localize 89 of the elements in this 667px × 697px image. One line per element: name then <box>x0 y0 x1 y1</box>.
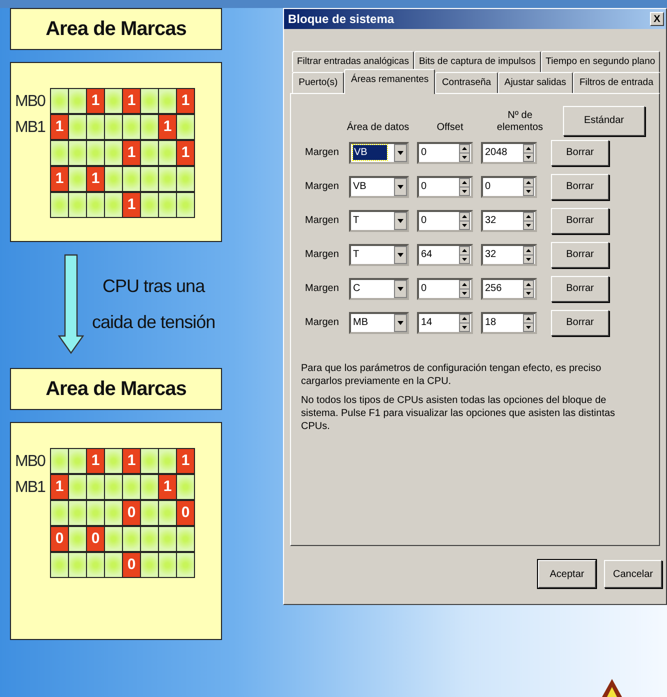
dialog-button[interactable]: Cancelar <box>604 560 662 588</box>
count-field[interactable]: 32 <box>481 244 537 266</box>
panel-title: Area de Marcas <box>10 8 222 50</box>
byte-label: MB1 <box>14 118 46 138</box>
bit-cell: 1 <box>50 166 69 192</box>
row-label: Margen <box>304 180 340 194</box>
bit-cell: 1 <box>158 474 177 500</box>
row-label: Margen <box>304 146 340 160</box>
tab[interactable]: Puerto(s) <box>292 72 344 94</box>
area-dropdown[interactable]: VB <box>349 142 409 164</box>
tab[interactable]: Tiempo en segundo plano <box>540 51 660 72</box>
spinner-icon[interactable] <box>459 178 470 196</box>
spinner-icon[interactable] <box>523 246 534 264</box>
down-arrow-icon <box>58 254 84 354</box>
tab[interactable]: Filtrar entradas analógicas <box>292 51 414 72</box>
clear-button[interactable]: Borrar <box>551 140 609 166</box>
clear-button[interactable]: Borrar <box>551 242 609 268</box>
area-dropdown[interactable]: T <box>349 244 409 266</box>
offset-field[interactable]: 0 <box>417 176 473 198</box>
spinner-icon[interactable] <box>523 280 534 298</box>
bit-cell: 1 <box>176 448 195 474</box>
area-dropdown[interactable]: VB <box>349 176 409 198</box>
area-dropdown[interactable]: C <box>349 278 409 300</box>
spinner-icon[interactable] <box>459 280 470 298</box>
caption-text: caida de tensión <box>92 311 216 334</box>
panel-title: Area de Marcas <box>10 368 222 410</box>
caption-text: CPU tras una <box>102 275 206 298</box>
bit-cell: 1 <box>122 448 141 474</box>
area-dropdown[interactable]: MB <box>349 312 409 334</box>
close-button[interactable]: X <box>650 12 664 26</box>
row-label: Margen <box>304 214 340 228</box>
spinner-icon[interactable] <box>523 212 534 230</box>
tab[interactable]: Contraseña <box>435 72 498 94</box>
default-button[interactable]: Estándar <box>563 106 645 136</box>
clear-button[interactable]: Borrar <box>551 174 609 200</box>
window-title: Bloque de sistema <box>288 11 394 28</box>
offset-field[interactable]: 0 <box>417 278 473 300</box>
spinner-icon[interactable] <box>459 246 470 264</box>
spinner-icon[interactable] <box>459 212 470 230</box>
count-field[interactable]: 0 <box>481 176 537 198</box>
bit-cell: 0 <box>122 552 141 578</box>
column-header: Nº de elementos <box>496 110 544 134</box>
spinner-icon[interactable] <box>523 178 534 196</box>
offset-field[interactable]: 14 <box>417 312 473 334</box>
byte-label: MB0 <box>14 92 46 112</box>
clear-button[interactable]: Borrar <box>551 276 609 302</box>
clear-button[interactable]: Borrar <box>551 310 609 336</box>
byte-label: MB0 <box>14 452 46 472</box>
dialog-button[interactable]: Aceptar <box>538 560 596 588</box>
tab[interactable]: Bits de captura de impulsos <box>414 51 541 72</box>
bit-cell: 0 <box>86 526 105 552</box>
bit-cell: 1 <box>122 192 141 218</box>
bit-cell: 1 <box>122 88 141 114</box>
spinner-icon[interactable] <box>523 314 534 332</box>
count-field[interactable]: 256 <box>481 278 537 300</box>
offset-field[interactable]: 0 <box>417 210 473 232</box>
bit-cell: 1 <box>86 88 105 114</box>
bit-cell: 1 <box>86 166 105 192</box>
spinner-icon[interactable] <box>523 144 534 162</box>
bit-cell: 0 <box>176 500 195 526</box>
bit-cell: 1 <box>158 114 177 140</box>
spinner-icon[interactable] <box>459 144 470 162</box>
bit-cell: 0 <box>122 500 141 526</box>
count-field[interactable]: 2048 <box>481 142 537 164</box>
offset-field[interactable]: 0 <box>417 142 473 164</box>
row-label: Margen <box>304 282 340 296</box>
column-header: Offset <box>436 122 464 134</box>
bit-cell: 1 <box>176 140 195 166</box>
clear-button[interactable]: Borrar <box>551 208 609 234</box>
column-header: Área de datos <box>346 122 410 134</box>
count-field[interactable]: 18 <box>481 312 537 334</box>
info-text: Para que los parámetros de configuración tengan efecto, es preciso cargarlos previamente en la CPU. <box>301 362 602 388</box>
area-dropdown[interactable]: T <box>349 210 409 232</box>
tab[interactable]: Filtros de entrada <box>572 72 660 94</box>
bit-cell: 1 <box>176 88 195 114</box>
spinner-icon[interactable] <box>459 314 470 332</box>
bit-cell: 1 <box>50 114 69 140</box>
tab[interactable]: Áreas remanentes <box>344 69 436 94</box>
row-label: Margen <box>304 316 340 330</box>
bit-cell: 1 <box>86 448 105 474</box>
bit-cell: 1 <box>50 474 69 500</box>
info-text: No todos los tipos de CPUs asisten todas las opciones del bloque de sistema. Pulse F1 para visualizar las opciones que asisten las distintas CPUs. <box>301 394 616 432</box>
bit-cell: 1 <box>122 140 141 166</box>
tab[interactable]: Ajustar salidas <box>498 72 573 94</box>
byte-label: MB1 <box>14 478 46 498</box>
count-field[interactable]: 32 <box>481 210 537 232</box>
offset-field[interactable]: 64 <box>417 244 473 266</box>
bit-cell: 0 <box>50 526 69 552</box>
row-label: Margen <box>304 248 340 262</box>
